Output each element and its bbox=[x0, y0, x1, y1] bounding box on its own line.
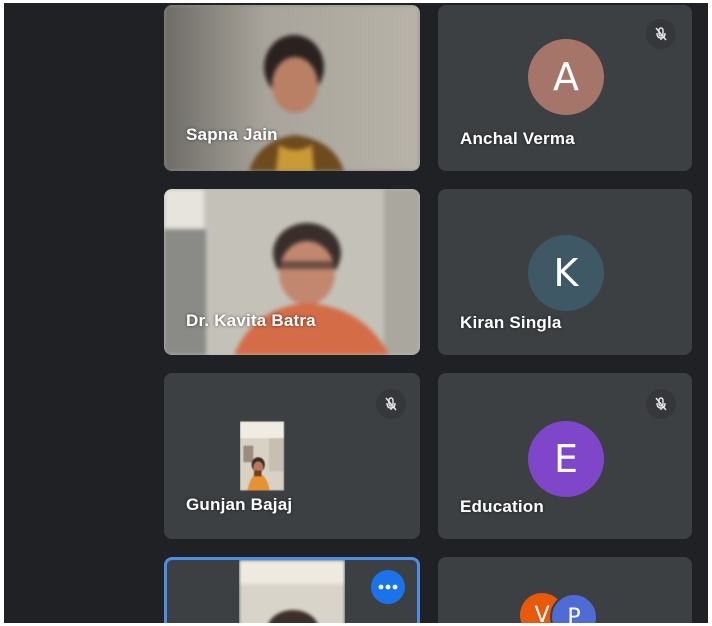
more-horizontal-icon bbox=[378, 584, 398, 590]
participant-tile-self[interactable] bbox=[164, 557, 420, 623]
participant-video bbox=[164, 5, 420, 171]
muted-mic-icon bbox=[646, 19, 676, 49]
meeting-grid: Sapna Jain A Anchal Verma Dr. Kavita Bat… bbox=[4, 3, 708, 623]
more-options-button[interactable] bbox=[371, 570, 405, 604]
participant-name: Sapna Jain bbox=[186, 125, 278, 144]
participant-tile-kavita-batra[interactable]: Dr. Kavita Batra bbox=[164, 189, 420, 355]
participant-name: Dr. Kavita Batra bbox=[186, 311, 316, 330]
participant-tile-kiran-singla[interactable]: K Kiran Singla bbox=[438, 189, 692, 355]
avatar: K bbox=[528, 235, 604, 311]
participant-name: Education bbox=[460, 497, 544, 516]
avatar: P bbox=[550, 593, 598, 623]
participant-tile-others[interactable]: V P bbox=[438, 557, 692, 623]
participant-tile-anchal-verma[interactable]: A Anchal Verma bbox=[438, 5, 692, 171]
avatar: A bbox=[528, 39, 604, 115]
participant-tile-gunjan-bajaj[interactable]: Gunjan Bajaj bbox=[164, 373, 420, 539]
muted-mic-icon bbox=[376, 389, 406, 419]
participant-name: Kiran Singla bbox=[460, 313, 562, 332]
participant-video bbox=[239, 560, 345, 623]
muted-mic-icon bbox=[646, 389, 676, 419]
participant-tile-education[interactable]: E Education bbox=[438, 373, 692, 539]
participant-name: Gunjan Bajaj bbox=[186, 495, 293, 514]
avatar: E bbox=[528, 421, 604, 497]
participant-tile-sapna-jain[interactable]: Sapna Jain bbox=[164, 5, 420, 171]
participant-name: Anchal Verma bbox=[460, 129, 575, 148]
